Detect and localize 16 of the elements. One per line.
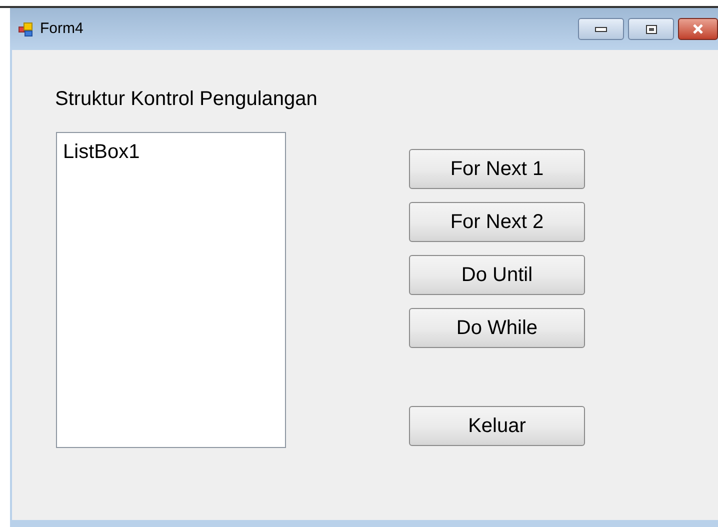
action-button[interactable]: For Next 1: [409, 149, 585, 189]
minimize-button[interactable]: [578, 18, 624, 40]
list-item[interactable]: ListBox1: [63, 141, 285, 163]
close-icon: [692, 24, 704, 34]
app-icon: [18, 21, 34, 37]
exit-button[interactable]: Keluar: [409, 406, 585, 446]
action-button[interactable]: Do While: [409, 308, 585, 348]
window-title: Form4: [40, 18, 84, 39]
action-button[interactable]: Do Until: [409, 255, 585, 295]
list-box[interactable]: ListBox1: [56, 132, 286, 448]
action-button[interactable]: For Next 2: [409, 202, 585, 242]
maximize-button[interactable]: [628, 18, 674, 40]
minimize-icon: [595, 26, 607, 32]
heading-label: Struktur Kontrol Pengulangan: [55, 88, 318, 110]
restore-icon: [646, 24, 656, 34]
close-button[interactable]: [678, 18, 718, 40]
